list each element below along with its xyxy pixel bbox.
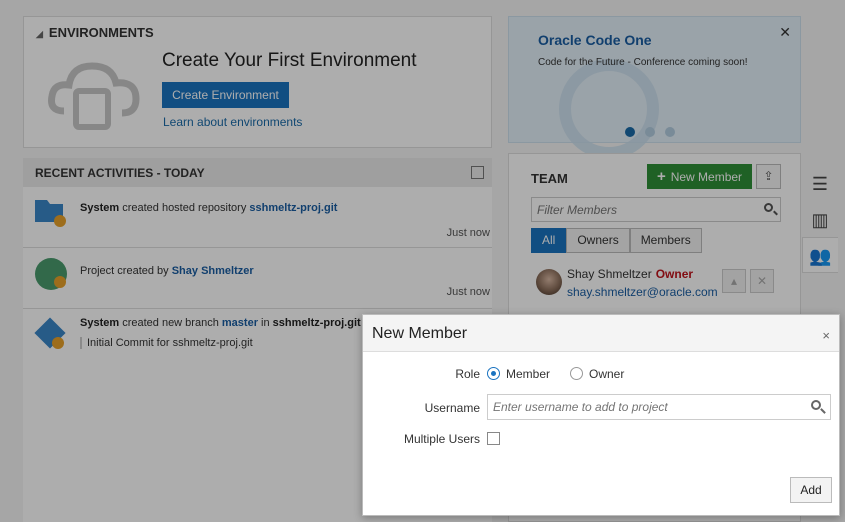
multiple-users-label: Multiple Users — [403, 432, 480, 446]
role-owner-radio[interactable] — [570, 367, 583, 380]
role-member-label[interactable]: Member — [506, 367, 550, 381]
new-member-dialog: New Member × Role Member Owner Username … — [362, 314, 840, 516]
add-button[interactable]: Add — [790, 477, 832, 503]
dialog-header: New Member × — [363, 315, 839, 352]
username-label: Username — [424, 401, 480, 415]
role-member-radio[interactable] — [487, 367, 500, 380]
multiple-users-checkbox[interactable] — [487, 432, 500, 445]
search-icon[interactable] — [811, 400, 821, 410]
role-owner-label[interactable]: Owner — [589, 367, 624, 381]
username-input[interactable] — [487, 394, 831, 420]
close-icon[interactable]: × — [822, 328, 830, 343]
role-label: Role — [455, 367, 480, 381]
dialog-title: New Member — [372, 325, 468, 342]
